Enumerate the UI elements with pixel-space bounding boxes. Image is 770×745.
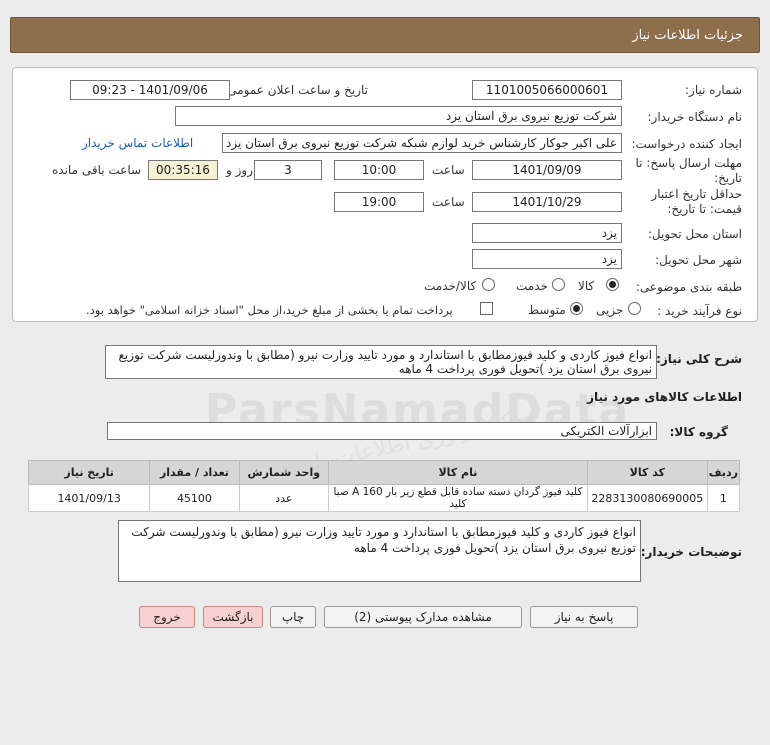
category-service-label: خدمت <box>516 279 548 293</box>
category-goods-radio[interactable] <box>606 278 619 291</box>
cell-unit: عدد <box>238 484 330 512</box>
summary-field: انواع فیوز کاردی و کلید فیوزمطابق با است… <box>105 345 657 379</box>
process-partial-label: جزیی <box>596 303 624 317</box>
buyer-notes-label: توضیحات خریدار: <box>640 545 742 559</box>
table-header-row: ردیف کد کالا نام کالا واحد شمارش تعداد /… <box>27 460 741 485</box>
cell-name: کلید فیوز گردان دسته ساده قابل قطع زیر ب… <box>328 484 588 512</box>
category-goods-service-label: کالا/خدمت <box>424 279 477 293</box>
cell-date: 1401/09/13 <box>27 484 151 512</box>
cell-row: 1 <box>706 484 741 512</box>
announce-label: تاریخ و ساعت اعلان عمومی: <box>223 83 368 97</box>
city-field: یزد <box>472 249 622 269</box>
summary-label: شرح کلی نیاز: <box>656 352 742 366</box>
category-goods-label: کالا <box>578 279 595 293</box>
creator-label: ایجاد کننده درخواست: <box>631 137 742 151</box>
validity-time-label: ساعت <box>432 195 465 209</box>
announce-field: 1401/09/06 - 09:23 <box>70 80 230 100</box>
col-code-header: کد کالا <box>586 460 708 485</box>
page-header: جزئیات اطلاعات نیاز <box>10 17 760 53</box>
validity-time-field: 19:00 <box>334 192 424 212</box>
col-qty-header: تعداد / مقدار <box>149 460 240 485</box>
days-label: روز و <box>226 163 253 177</box>
deadline-time-field: 10:00 <box>334 160 424 180</box>
goods-table: ردیف کد کالا نام کالا واحد شمارش تعداد /… <box>27 460 741 512</box>
process-partial-radio[interactable] <box>628 302 641 315</box>
remaining-label: ساعت باقی مانده <box>52 163 142 177</box>
deadline-date-field: 1401/09/09 <box>472 160 622 180</box>
table-row: 1 2283130080690005 کلید فیوز گردان دسته … <box>27 484 741 512</box>
process-medium-label: متوسط <box>528 303 566 317</box>
col-date-header: تاریخ نیاز <box>27 460 151 485</box>
category-service-radio[interactable] <box>552 278 565 291</box>
col-unit-header: واحد شمارش <box>238 460 330 485</box>
validity-date-field: 1401/10/29 <box>472 192 622 212</box>
goods-group-field: ابزارآلات الکتریکی <box>107 422 657 440</box>
category-goods-service-radio[interactable] <box>482 278 495 291</box>
creator-field: علی اکبر جوکار کارشناس خرید لوازم شبکه ش… <box>222 133 622 153</box>
validity-label: حداقل تاریخ اعتبار قیمت: تا تاریخ: <box>651 187 742 216</box>
back-button[interactable]: بازگشت <box>203 606 263 628</box>
need-number-field: 1101005066000601 <box>472 80 622 100</box>
treasury-payment-checkbox[interactable] <box>480 302 493 315</box>
contact-buyer-link[interactable]: اطلاعات تماس خریدار <box>82 136 193 150</box>
province-field: یزد <box>472 223 622 243</box>
buyer-org-label: نام دستگاه خریدار: <box>647 110 743 124</box>
province-label: استان محل تحویل: <box>647 227 742 241</box>
city-label: شهر محل تحویل: <box>655 253 742 267</box>
need-number-label: شماره نیاز: <box>685 83 742 97</box>
cell-qty: 45100 <box>149 484 240 512</box>
buyer-org-field: شرکت توزیع نیروی برق استان یزد <box>175 106 622 126</box>
days-field: 3 <box>254 160 322 180</box>
process-label: نوع فرآیند خرید : <box>657 304 742 318</box>
category-label: طبقه بندی موضوعی: <box>635 280 742 294</box>
remaining-time-field: 00:35:16 <box>148 160 218 180</box>
treasury-payment-note: پرداخت تمام یا بخشی از مبلغ خرید،از محل … <box>86 303 453 317</box>
buyer-notes-field: انواع فیوز کاردی و کلید فیوزمطابق با است… <box>118 520 641 582</box>
col-row-header: ردیف <box>706 460 741 485</box>
deadline-label: مهلت ارسال پاسخ: تا تاریخ: <box>635 156 742 185</box>
reply-button[interactable]: پاسخ به نیاز <box>530 606 638 628</box>
goods-info-title: اطلاعات کالاهای مورد نیاز <box>587 390 742 404</box>
exit-button[interactable]: خروج <box>139 606 195 628</box>
page-title: جزئیات اطلاعات نیاز <box>632 28 743 43</box>
process-medium-radio[interactable] <box>570 302 583 315</box>
deadline-time-label: ساعت <box>432 163 465 177</box>
print-button[interactable]: چاپ <box>270 606 316 628</box>
view-documents-button[interactable]: مشاهده مدارک پیوستی (2) <box>324 606 522 628</box>
cell-code: 2283130080690005 <box>586 484 708 512</box>
goods-group-label: گروه کالا: <box>669 425 728 439</box>
col-name-header: نام کالا <box>328 460 588 485</box>
